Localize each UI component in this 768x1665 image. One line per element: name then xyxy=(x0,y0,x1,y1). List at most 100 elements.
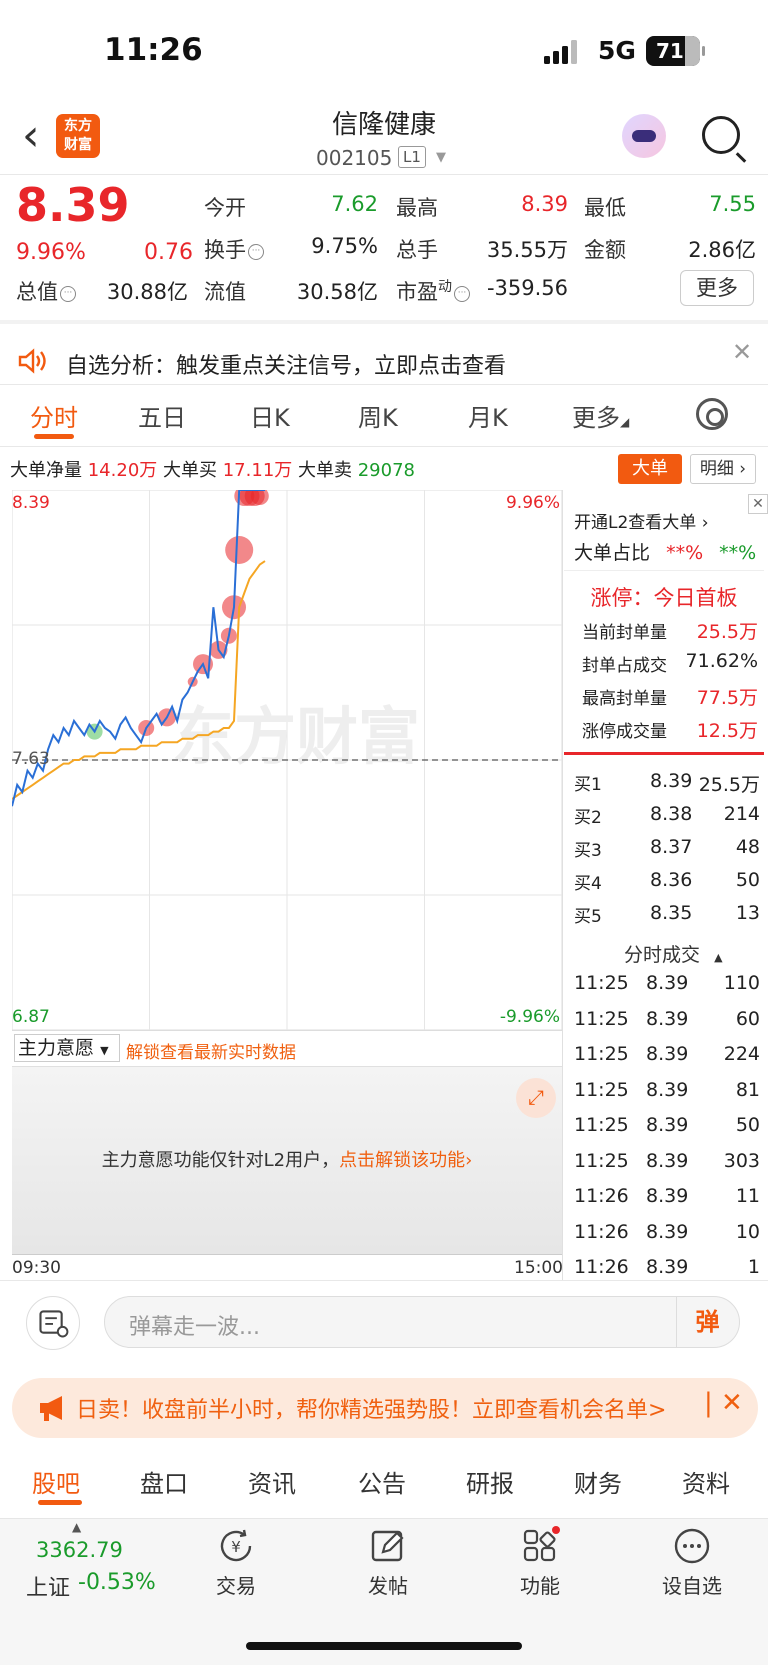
bid-price[interactable]: 8.37 xyxy=(650,836,692,858)
divider xyxy=(0,1280,768,1281)
change-percent: 9.96% xyxy=(16,240,86,265)
more-button[interactable]: 更多 xyxy=(680,270,754,306)
tab-announcements[interactable]: 公告 xyxy=(358,1464,406,1499)
turnover-label[interactable]: 换手 ··· xyxy=(204,234,264,264)
limit-row-value: 12.5万 xyxy=(696,720,758,742)
notice-text[interactable]: 自选分析：触发重点关注信号，立即点击查看 xyxy=(66,348,506,380)
high-value: 8.39 xyxy=(521,192,568,216)
barrage-input[interactable]: 弹幕走一波... xyxy=(104,1296,740,1348)
divider xyxy=(564,570,764,571)
tick-volume: 1 xyxy=(747,1256,760,1278)
pe-label[interactable]: 市盈动 ··· xyxy=(396,276,470,306)
expand-icon[interactable]: ⤢ xyxy=(516,1078,556,1118)
tick-price: 8.39 xyxy=(646,1185,689,1207)
chevron-right-icon: › xyxy=(465,1150,473,1171)
float-cap-label: 流值 xyxy=(204,280,246,304)
divider xyxy=(0,174,768,175)
tab-monthly-k[interactable]: 月K xyxy=(468,398,508,433)
tab-weekly-k[interactable]: 周K xyxy=(358,398,398,433)
close-icon[interactable]: | ✕ xyxy=(704,1388,743,1418)
post-icon[interactable] xyxy=(368,1526,408,1566)
wish-dropdown[interactable]: 主力意愿 ▼ xyxy=(14,1034,120,1062)
limit-row-label: 最高封单量 xyxy=(582,689,667,709)
divider xyxy=(564,752,764,755)
bid-volume: 214 xyxy=(723,803,760,825)
tick-volume: 11 xyxy=(735,1185,760,1207)
float-cap-value: 30.58亿 xyxy=(296,280,378,304)
tab-order-book[interactable]: 盘口 xyxy=(140,1464,188,1499)
locked-message: 主力意愿功能仅针对L2用户，点击解锁该功能› xyxy=(12,1146,562,1172)
volume-value: 35.55万 xyxy=(486,238,568,262)
unlock-link[interactable]: 点击解锁该功能 xyxy=(339,1150,465,1171)
locked-text: 主力意愿功能仅针对L2用户， xyxy=(101,1150,340,1171)
buy-value: 17.11万 xyxy=(222,460,293,481)
tab-more[interactable]: 更多◢ xyxy=(572,398,629,433)
info-icon[interactable]: ··· xyxy=(248,244,264,260)
banner-text: 日卖！收盘前半小时，帮你精选强势股！立即查看机会名单> xyxy=(76,1398,667,1423)
turnover-label-text: 换手 xyxy=(204,238,246,262)
tick-price: 8.39 xyxy=(646,1220,689,1243)
big-order-button[interactable]: 大单 xyxy=(618,454,682,484)
barrage-settings-icon[interactable] xyxy=(26,1296,80,1350)
l2-link[interactable]: 开通L2查看大单 › xyxy=(574,508,709,533)
limit-row-value: 25.5万 xyxy=(696,621,758,643)
bid-price[interactable]: 8.36 xyxy=(650,869,692,891)
divider xyxy=(0,446,768,447)
settings-gear-icon[interactable] xyxy=(696,398,728,430)
add-watchlist-icon[interactable] xyxy=(672,1526,712,1566)
close-icon[interactable]: ✕ xyxy=(748,494,768,514)
detail-button[interactable]: 明细 › xyxy=(690,454,756,484)
level-badge[interactable]: L1 xyxy=(398,146,426,168)
close-icon[interactable]: ✕ xyxy=(732,338,752,366)
post-label[interactable]: 发帖 xyxy=(338,1570,438,1599)
big-order-bubble xyxy=(225,536,254,564)
bid-price[interactable]: 8.35 xyxy=(650,902,692,924)
add-watchlist-label[interactable]: 设自选 xyxy=(642,1570,742,1599)
tick-time: 11:25 xyxy=(574,1078,629,1101)
tab-profile[interactable]: 资料 xyxy=(682,1464,730,1499)
index-name[interactable]: 上证 xyxy=(26,1570,70,1602)
assistant-robot-icon[interactable] xyxy=(622,114,666,158)
barrage-send-button[interactable]: 弹 xyxy=(676,1297,738,1347)
functions-label[interactable]: 功能 xyxy=(490,1570,590,1599)
bid-price[interactable]: 8.38 xyxy=(650,803,692,825)
tab-news[interactable]: 资讯 xyxy=(248,1464,296,1499)
index-change[interactable]: -0.53% xyxy=(78,1570,156,1595)
tick-volume: 303 xyxy=(723,1149,760,1172)
info-icon[interactable]: ··· xyxy=(454,286,470,302)
unlock-hint[interactable]: 解锁查看最新实时数据 xyxy=(126,1038,296,1063)
tick-time: 11:26 xyxy=(574,1256,629,1278)
sell-label: 大单卖 xyxy=(298,460,352,481)
caret-down-icon[interactable]: ▼ xyxy=(436,150,446,165)
ratio-label: 大单占比 xyxy=(574,542,651,564)
intraday-chart[interactable]: 东方财富 8.39 9.96% 7.63 6.87 -9.96% xyxy=(12,490,562,1030)
home-indicator[interactable] xyxy=(246,1642,522,1650)
trade-icon[interactable]: ¥ xyxy=(216,1526,256,1566)
ticks-title-text: 分时成交 xyxy=(624,944,701,966)
tab-five-day[interactable]: 五日 xyxy=(138,398,186,433)
market-cap-label[interactable]: 总值 ··· xyxy=(16,276,76,306)
amount-label: 金额 xyxy=(584,238,626,262)
tab-forum[interactable]: 股吧 xyxy=(32,1464,80,1499)
active-tab-indicator xyxy=(34,434,74,439)
search-icon[interactable] xyxy=(702,116,740,154)
tab-daily-k[interactable]: 日K xyxy=(250,398,290,433)
index-value[interactable]: 3362.79 xyxy=(36,1538,123,1562)
battery-icon: 71 xyxy=(646,36,705,66)
tick-time: 11:25 xyxy=(574,1007,629,1030)
tab-financials[interactable]: 财务 xyxy=(574,1464,622,1499)
tab-research[interactable]: 研报 xyxy=(466,1464,514,1499)
trade-label[interactable]: 交易 xyxy=(186,1570,286,1599)
net-value: 14.20万 xyxy=(87,460,158,481)
ticks-title[interactable]: 分时成交 ▲ xyxy=(624,940,723,967)
tab-intraday[interactable]: 分时 xyxy=(30,398,78,433)
divider xyxy=(12,1254,562,1255)
info-icon[interactable]: ··· xyxy=(60,286,76,302)
functions-grid-icon[interactable] xyxy=(520,1526,560,1566)
bid-volume: 13 xyxy=(735,902,760,924)
amount-value: 2.86亿 xyxy=(688,238,756,262)
battery-level: 71 xyxy=(656,39,684,63)
buy-label: 大单买 xyxy=(163,460,217,481)
promo-banner[interactable]: 日卖！收盘前半小时，帮你精选强势股！立即查看机会名单> | ✕ xyxy=(12,1378,758,1438)
bid-price[interactable]: 8.39 xyxy=(650,770,692,792)
